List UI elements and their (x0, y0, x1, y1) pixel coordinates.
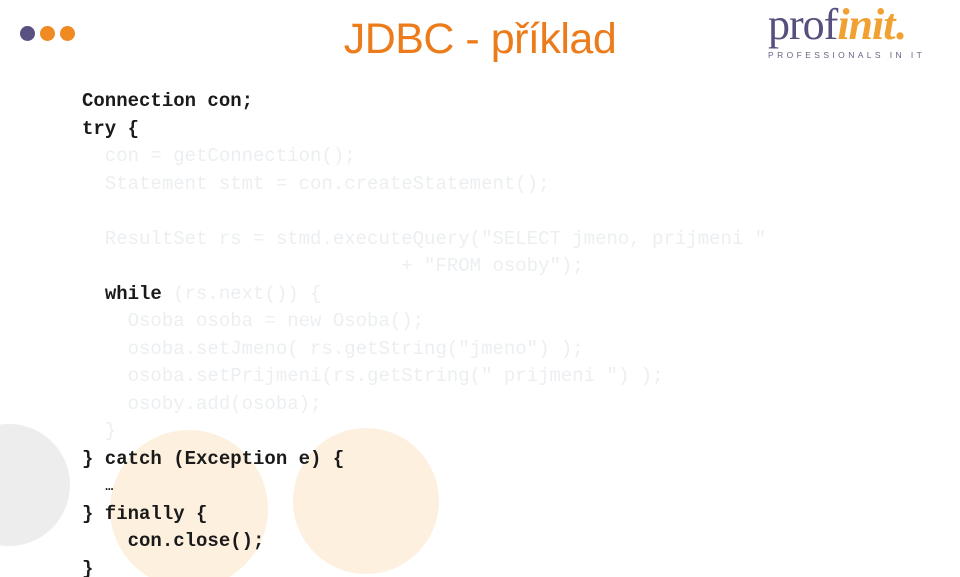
logo-word-part-1: prof (768, 0, 838, 49)
slide-canvas: JDBC - příklad profinit. PROFESSIONALS I… (0, 0, 960, 577)
logo-word-part-2: init (837, 0, 895, 49)
code-line: Connection con; (82, 90, 254, 112)
code-line: while (rs.next()) { (104, 282, 322, 305)
code-keyword: while (104, 282, 162, 305)
code-line: Statement stmt = con.createStatement(); (82, 172, 550, 195)
code-line: … (82, 479, 114, 494)
code-line: } finally { (82, 502, 208, 525)
code-line: } (82, 557, 94, 577)
code-line: con = getConnection(); (82, 145, 356, 167)
logo-tagline: PROFESSIONALS IN IT (768, 50, 926, 60)
code-line: ResultSet rs = stmd.executeQuery("SELECT… (82, 227, 767, 250)
code-line: con.close(); (82, 530, 265, 552)
code-line: osoby.add(osoba); (82, 392, 322, 415)
code-line: try { (82, 117, 140, 140)
profinit-logo: profinit. PROFESSIONALS IN IT (768, 3, 948, 61)
decorative-circle-gray (0, 424, 70, 546)
code-line: osoba.setJmeno( rs.getString("jmeno") ); (82, 337, 584, 360)
code-listing: Connection con; try { con = getConnection… (82, 88, 952, 577)
slide-header: JDBC - příklad profinit. PROFESSIONALS I… (0, 0, 960, 82)
logo-wordmark: profinit. (768, 3, 948, 47)
code-line: } (82, 420, 117, 442)
logo-word-part-3: . (894, 0, 905, 49)
code-line: } catch (Exception e) { (82, 447, 345, 470)
code-line: + "FROM osoby"); (82, 255, 584, 277)
code-line: Osoba osoba = new Osoba(); (82, 310, 425, 332)
code-line: osoba.setPrijmeni(rs.getString(" prijmen… (82, 365, 664, 387)
